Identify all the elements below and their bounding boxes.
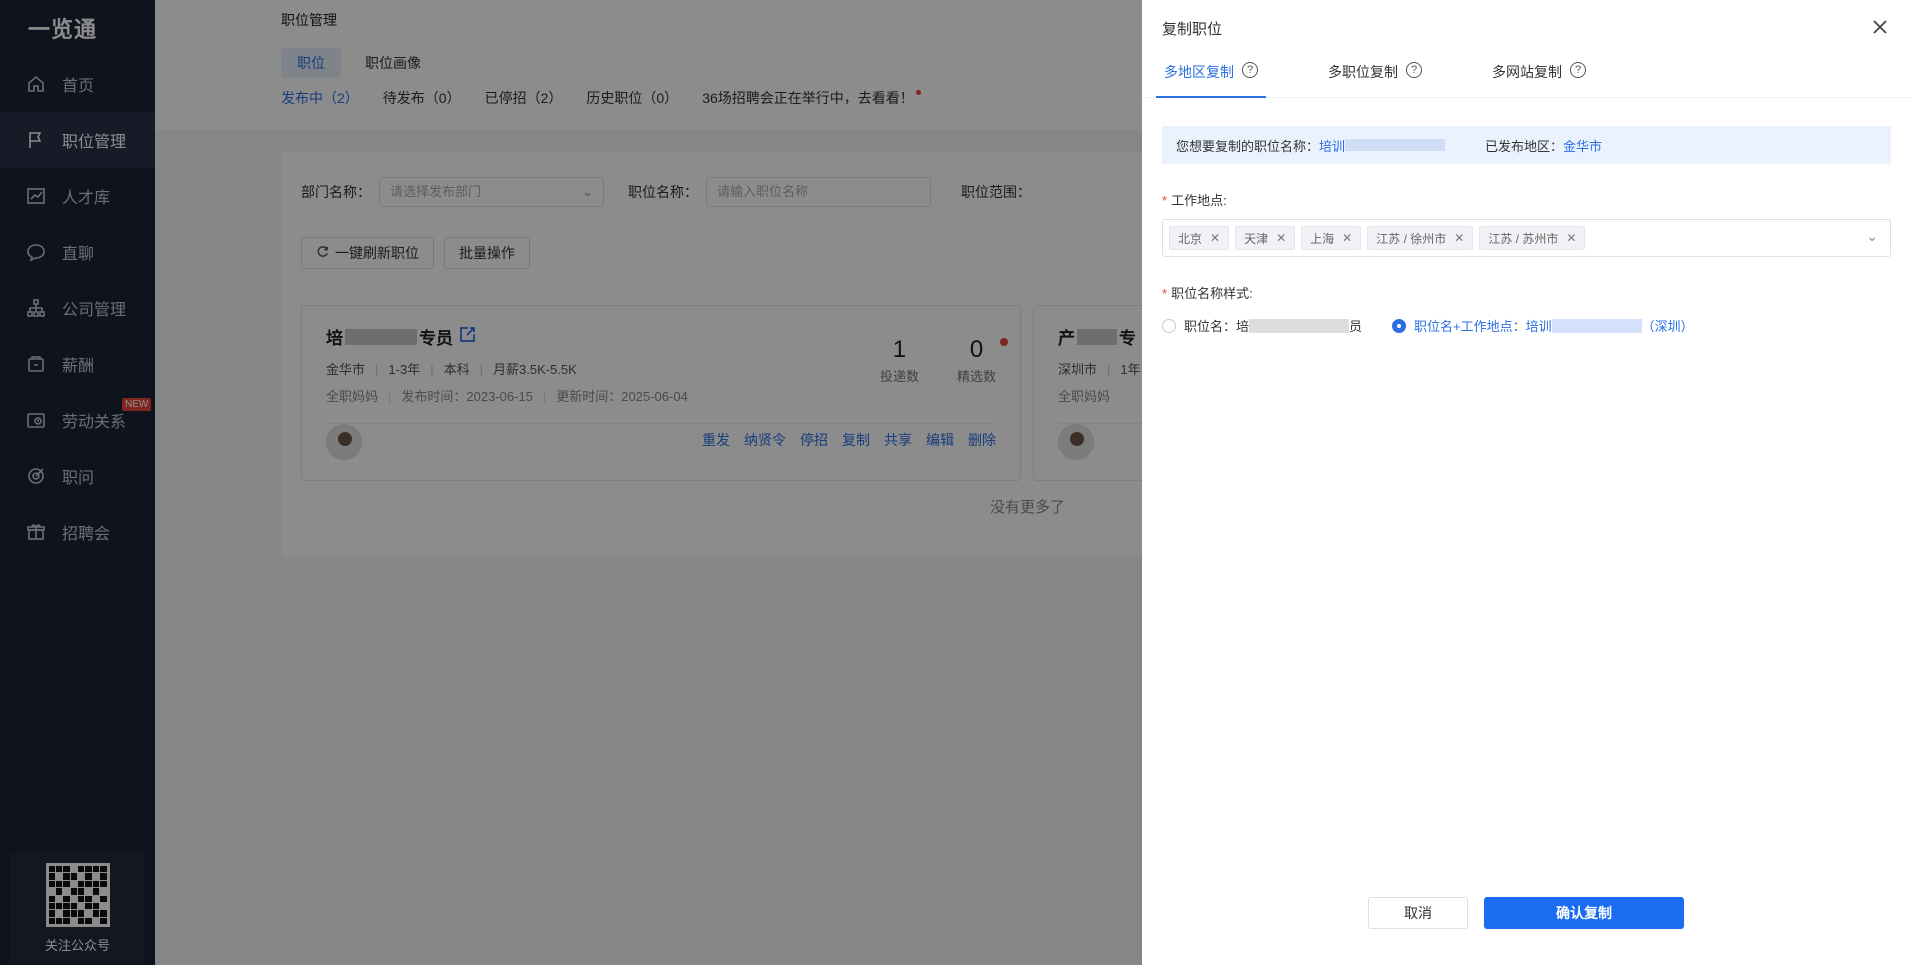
close-icon[interactable]: ✕	[1342, 231, 1352, 245]
masked-text	[1249, 318, 1350, 333]
tab-label: 多地区复制	[1164, 64, 1234, 80]
tab-label: 多职位复制	[1328, 64, 1398, 80]
name-style-option-name-location[interactable]: 职位名+工作地点：培训 （深圳）	[1392, 316, 1694, 335]
tab-multi-site[interactable]: 多网站复制 ?	[1484, 56, 1594, 98]
location-tag-label: 北京	[1178, 231, 1203, 246]
required-mark: *	[1162, 193, 1168, 208]
location-tag-label: 上海	[1310, 231, 1335, 246]
drawer-title: 复制职位	[1162, 20, 1223, 38]
location-tag: 上海 ✕	[1301, 226, 1362, 250]
drawer-footer: 取消 确认复制	[1368, 897, 1684, 929]
tab-label: 多网站复制	[1492, 64, 1562, 80]
drawer-header: 复制职位	[1142, 0, 1911, 56]
name-style-radio-group: 职位名：培 员 职位名+工作地点：培训 （深圳）	[1162, 316, 1891, 335]
location-label: * 工作地点:	[1162, 190, 1891, 209]
location-label-text: 工作地点:	[1171, 193, 1227, 208]
location-tag: 北京 ✕	[1169, 226, 1230, 250]
chevron-down-icon: ⌄	[1866, 228, 1878, 244]
close-button[interactable]	[1869, 16, 1891, 38]
copy-mode-tabs: 多地区复制 ? 多职位复制 ? 多网站复制 ?	[1142, 56, 1911, 98]
location-tag: 江苏 / 苏州市 ✕	[1479, 226, 1586, 250]
info-region-label: 已发布地区：	[1485, 138, 1564, 154]
tab-multi-region[interactable]: 多地区复制 ?	[1156, 56, 1266, 98]
location-tag-label: 江苏 / 徐州市	[1376, 231, 1447, 246]
option-label: 职位名+工作地点：培训	[1414, 319, 1552, 334]
name-style-label: * 职位名称样式:	[1162, 283, 1891, 302]
masked-text	[1551, 318, 1642, 333]
confirm-copy-button[interactable]: 确认复制	[1484, 897, 1684, 929]
info-region-value: 金华市	[1563, 138, 1603, 154]
radio-unchecked[interactable]	[1162, 318, 1176, 333]
close-icon[interactable]: ✕	[1276, 231, 1286, 245]
radio-checked[interactable]	[1392, 318, 1407, 333]
location-tag-label: 天津	[1244, 231, 1269, 246]
option-suffix: 员	[1349, 319, 1363, 334]
option-suffix: （深圳）	[1641, 319, 1694, 334]
option-label: 职位名：培	[1184, 319, 1250, 334]
masked-text	[1345, 139, 1446, 151]
name-style-label-text: 职位名称样式:	[1171, 286, 1253, 301]
info-job-name: 培训	[1319, 138, 1346, 154]
copy-info-bar: 您想要复制的职位名称： 培训 已发布地区： 金华市	[1162, 126, 1891, 164]
close-icon	[1873, 20, 1887, 34]
location-tag: 天津 ✕	[1235, 226, 1296, 250]
close-icon[interactable]: ✕	[1454, 231, 1464, 245]
cancel-button[interactable]: 取消	[1368, 897, 1468, 929]
help-icon[interactable]: ?	[1406, 62, 1422, 78]
copy-job-drawer: 复制职位 多地区复制 ? 多职位复制 ? 多网站复制 ? 您想要复制的职位名称：…	[1142, 0, 1911, 965]
info-label: 您想要复制的职位名称：	[1176, 138, 1320, 154]
name-style-option-name-only[interactable]: 职位名：培 员	[1162, 316, 1362, 335]
location-tag-label: 江苏 / 苏州市	[1488, 231, 1559, 246]
close-icon[interactable]: ✕	[1566, 231, 1576, 245]
tab-multi-job[interactable]: 多职位复制 ?	[1320, 56, 1430, 98]
location-tag: 江苏 / 徐州市 ✕	[1367, 226, 1474, 250]
close-icon[interactable]: ✕	[1210, 231, 1220, 245]
help-icon[interactable]: ?	[1242, 62, 1258, 78]
required-mark: *	[1162, 286, 1168, 301]
location-select[interactable]: 北京 ✕ 天津 ✕ 上海 ✕ 江苏 / 徐州市 ✕ 江苏 / 苏州市 ✕ ⌄	[1162, 219, 1891, 257]
help-icon[interactable]: ?	[1570, 62, 1586, 78]
